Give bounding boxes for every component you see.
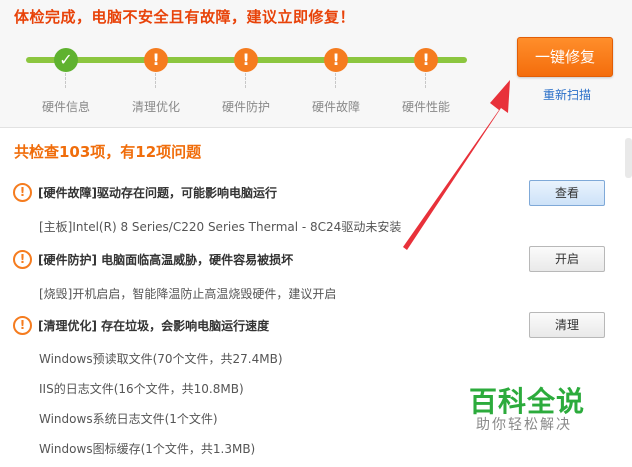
check-icon: ✓ bbox=[59, 50, 73, 69]
checkup-header: 体检完成，电脑不安全且有故障，建议立即修复！ ✓ ! ! ! ! 硬件信息 清理… bbox=[0, 0, 632, 128]
clean-button[interactable]: 清理 bbox=[529, 312, 605, 338]
result-headline: 体检完成，电脑不安全且有故障，建议立即修复！ bbox=[14, 8, 356, 26]
step-label: 硬件性能 bbox=[401, 100, 450, 114]
junk-item: Windows预读取文件(70个文件，共27.4MB) bbox=[39, 352, 283, 366]
step-label: 硬件防护 bbox=[221, 100, 270, 114]
exclamation-icon: ! bbox=[242, 50, 250, 69]
one-click-fix-button[interactable]: 一键修复 bbox=[517, 37, 613, 77]
issue-title: [清理优化] 存在垃圾，会影响电脑运行速度 bbox=[38, 319, 270, 333]
exclamation-icon: ! bbox=[332, 50, 340, 69]
junk-item: Windows系统日志文件(1个文件) bbox=[39, 412, 218, 426]
issue-detail: [主板]Intel(R) 8 Series/C220 Series Therma… bbox=[39, 220, 402, 234]
junk-item: Windows图标缓存(1个文件，共1.3MB) bbox=[39, 442, 256, 456]
rescan-link[interactable]: 重新扫描 bbox=[543, 86, 591, 103]
warning-icon: ! bbox=[13, 316, 32, 335]
step-label: 清理优化 bbox=[131, 100, 180, 114]
step-cleanup: ! bbox=[144, 48, 168, 88]
issue-detail: [烧毁]开机启启，智能降温防止高温烧毁硬件，建议开启 bbox=[39, 287, 337, 301]
scan-summary: 共检查103项，有12项问题 bbox=[14, 143, 202, 161]
exclamation-icon: ! bbox=[422, 50, 430, 69]
step-label: 硬件故障 bbox=[311, 100, 360, 114]
watermark-tagline: 助你轻松解决 bbox=[476, 417, 572, 433]
step-hardware-protection: ! bbox=[234, 48, 258, 88]
warning-icon: ! bbox=[13, 183, 32, 202]
step-label: 硬件信息 bbox=[41, 100, 90, 114]
enable-button[interactable]: 开启 bbox=[529, 246, 605, 272]
step-hardware-fault: ! bbox=[324, 48, 348, 88]
issue-row-cleanup: ! [清理优化] 存在垃圾，会影响电脑运行速度 bbox=[13, 316, 269, 335]
view-button[interactable]: 查看 bbox=[529, 180, 605, 206]
step-hardware-performance: ! bbox=[414, 48, 438, 88]
issue-row-hardware-fault: ! [硬件故障]驱动存在问题，可能影响电脑运行 bbox=[13, 183, 277, 202]
issue-title: [硬件故障]驱动存在问题，可能影响电脑运行 bbox=[38, 186, 277, 200]
junk-item: IIS的日志文件(16个文件，共10.8MB) bbox=[39, 382, 244, 396]
issue-row-hardware-protection: ! [硬件防护] 电脑面临高温威胁，硬件容易被损坏 bbox=[13, 250, 293, 269]
exclamation-icon: ! bbox=[152, 50, 160, 69]
scrollbar[interactable] bbox=[625, 138, 632, 178]
issue-title: [硬件防护] 电脑面临高温威胁，硬件容易被损坏 bbox=[38, 253, 294, 267]
step-hardware-info: ✓ bbox=[54, 48, 78, 88]
warning-icon: ! bbox=[13, 250, 32, 269]
